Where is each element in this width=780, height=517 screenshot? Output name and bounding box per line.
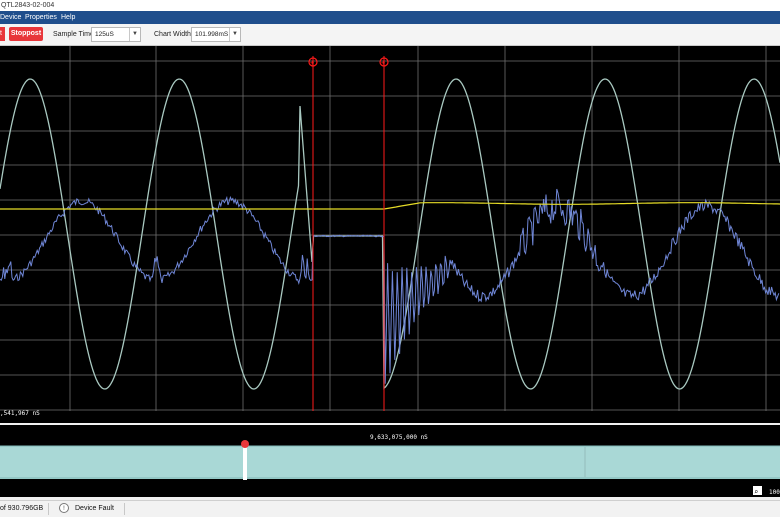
- chart-width-select[interactable]: 101.998mS ▼: [191, 27, 241, 42]
- current-trace: [0, 188, 780, 384]
- waveform-svg[interactable]: + + ,541,967 nS: [0, 46, 780, 423]
- toolbar: t Stoppost Sample Time: 125uS ▼ Chart Wi…: [0, 24, 780, 46]
- chart-width-value: 101.998mS: [195, 31, 229, 38]
- cursor-b-handle-icon[interactable]: +: [381, 59, 385, 67]
- waveform-chart[interactable]: + + ,541,967 nS: [0, 46, 780, 423]
- device-fault-status: Device Fault: [75, 505, 114, 512]
- chevron-down-icon[interactable]: ▼: [229, 28, 240, 41]
- menu-item-properties[interactable]: Properties: [25, 11, 57, 24]
- overview-waveform: [0, 446, 780, 479]
- chart-width-label: Chart Width:: [154, 31, 193, 38]
- menu-item-help[interactable]: Help: [61, 11, 75, 24]
- sample-time-value: 125uS: [95, 31, 114, 38]
- magnifier-icon[interactable]: ⌕: [754, 488, 758, 496]
- menu-bar: Device Properties Help: [0, 11, 780, 24]
- sample-time-label: Sample Time:: [53, 31, 96, 38]
- chevron-down-icon[interactable]: ▼: [129, 28, 140, 41]
- start-button[interactable]: t: [0, 27, 5, 41]
- menu-item-device[interactable]: Device: [0, 11, 21, 24]
- cursor-time-readout: ,541,967 nS: [0, 410, 40, 417]
- status-bar: of 930.796GB ! Device Fault: [0, 500, 780, 517]
- window-title: QTL2843-02-004: [1, 2, 55, 9]
- overview-svg[interactable]: 9,633,075,000 nS ⌕ 100: [0, 425, 780, 497]
- cursor-a-handle-icon[interactable]: +: [310, 59, 314, 67]
- sample-time-select[interactable]: 125uS ▼: [91, 27, 141, 42]
- fault-icon[interactable]: !: [59, 503, 69, 513]
- zoom-level: 100: [769, 489, 780, 496]
- title-bar: QTL2843-02-004: [0, 0, 780, 11]
- cursor-b[interactable]: +: [379, 56, 389, 411]
- stop-post-button[interactable]: Stoppost: [9, 27, 43, 41]
- level-trace: [0, 202, 780, 210]
- overview-center-time: 9,633,075,000 nS: [370, 434, 428, 441]
- overview-strip[interactable]: 9,633,075,000 nS ⌕ 100: [0, 425, 780, 497]
- storage-status: of 930.796GB: [0, 505, 44, 512]
